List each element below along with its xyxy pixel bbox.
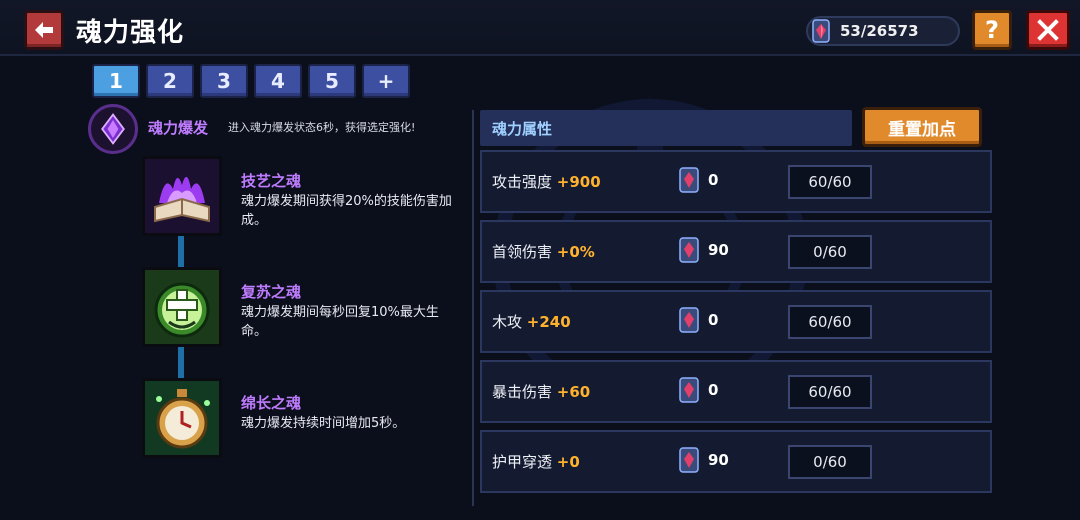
attribute-level[interactable]: 60/60 — [788, 165, 872, 199]
back-button[interactable] — [24, 10, 64, 50]
close-icon — [1037, 19, 1059, 41]
attribute-row[interactable]: 木攻 +240 0 60/60 — [480, 290, 992, 353]
purple-flame-book-icon — [145, 159, 219, 233]
tab-1[interactable]: 1 — [92, 64, 140, 98]
skill-desc-3: 魂力爆发持续时间增加5秒。 — [241, 416, 406, 431]
attributes-header-label: 魂力属性 — [492, 120, 553, 138]
soul-burst-title: 魂力爆发 — [148, 119, 209, 137]
attribute-level[interactable]: 0/60 — [788, 235, 872, 269]
attribute-level[interactable]: 0/60 — [788, 445, 872, 479]
green-heal-cross-icon — [145, 270, 219, 344]
attribute-name: 护甲穿透 +0 — [492, 453, 580, 471]
skill-slot-2[interactable] — [142, 267, 222, 347]
soul-gem-icon — [679, 447, 699, 473]
soul-gem-icon — [679, 307, 699, 333]
soul-gem-icon — [812, 19, 830, 43]
attribute-cost: 90 — [708, 451, 729, 469]
attribute-name: 木攻 +240 — [492, 313, 571, 331]
attribute-row[interactable]: 暴击伤害 +60 0 60/60 — [480, 360, 992, 423]
loadout-tabs: 1 2 3 4 5 + — [92, 64, 410, 98]
attribute-bonus: +0% — [556, 243, 595, 261]
attribute-name: 攻击强度 +900 — [492, 173, 601, 191]
soul-gem-icon — [679, 377, 699, 403]
attribute-name: 首领伤害 +0% — [492, 243, 595, 261]
currency-amount: 53/26573 — [840, 22, 919, 40]
tab-5[interactable]: 5 — [308, 64, 356, 98]
close-button[interactable] — [1026, 10, 1070, 50]
skill-name-1: 技艺之魂 — [241, 172, 302, 190]
skill-desc-1: 魂力爆发期间获得20%的技能伤害加成。 — [241, 194, 452, 228]
skill-slot-3[interactable] — [142, 378, 222, 458]
add-tab-button[interactable]: + — [362, 64, 410, 98]
attribute-level[interactable]: 60/60 — [788, 375, 872, 409]
attribute-cost: 0 — [708, 171, 719, 189]
help-button[interactable]: ? — [972, 10, 1012, 50]
attribute-row[interactable]: 攻击强度 +900 0 60/60 — [480, 150, 992, 213]
attribute-name: 暴击伤害 +60 — [492, 383, 591, 401]
reset-points-button[interactable]: 重置加点 — [862, 107, 982, 147]
skill-name-2: 复苏之魂 — [241, 283, 302, 301]
skill-desc-2: 魂力爆发期间每秒回复10%最大生命。 — [241, 305, 439, 339]
attribute-cost: 0 — [708, 381, 719, 399]
soul-burst-icon[interactable] — [88, 104, 138, 154]
attribute-row[interactable]: 首领伤害 +0% 90 0/60 — [480, 220, 992, 283]
arrow-left-icon — [35, 22, 53, 38]
attribute-bonus: +900 — [556, 173, 601, 191]
soul-gem-icon — [679, 237, 699, 263]
stopwatch-icon — [145, 381, 219, 455]
tab-2[interactable]: 2 — [146, 64, 194, 98]
panel-divider — [472, 110, 474, 506]
attribute-row[interactable]: 护甲穿透 +0 90 0/60 — [480, 430, 992, 493]
page-title: 魂力强化 — [76, 18, 185, 48]
attribute-cost: 90 — [708, 241, 729, 259]
attribute-bonus: +240 — [526, 313, 571, 331]
tab-3[interactable]: 3 — [200, 64, 248, 98]
top-bar: 魂力强化 53/26573 ? — [0, 0, 1080, 56]
skill-name-3: 绵长之魂 — [241, 394, 302, 412]
attribute-bonus: +60 — [556, 383, 591, 401]
soul-gem-icon — [679, 167, 699, 193]
attribute-level[interactable]: 60/60 — [788, 305, 872, 339]
attribute-cost: 0 — [708, 311, 719, 329]
attribute-bonus: +0 — [556, 453, 580, 471]
skill-slot-1[interactable] — [142, 156, 222, 236]
tab-4[interactable]: 4 — [254, 64, 302, 98]
soul-currency-display: 53/26573 — [806, 16, 960, 46]
soul-burst-description: 进入魂力爆发状态6秒，获得选定强化! — [228, 121, 416, 134]
purple-crystal-icon — [101, 113, 125, 145]
attributes-header: 魂力属性 — [480, 110, 852, 146]
